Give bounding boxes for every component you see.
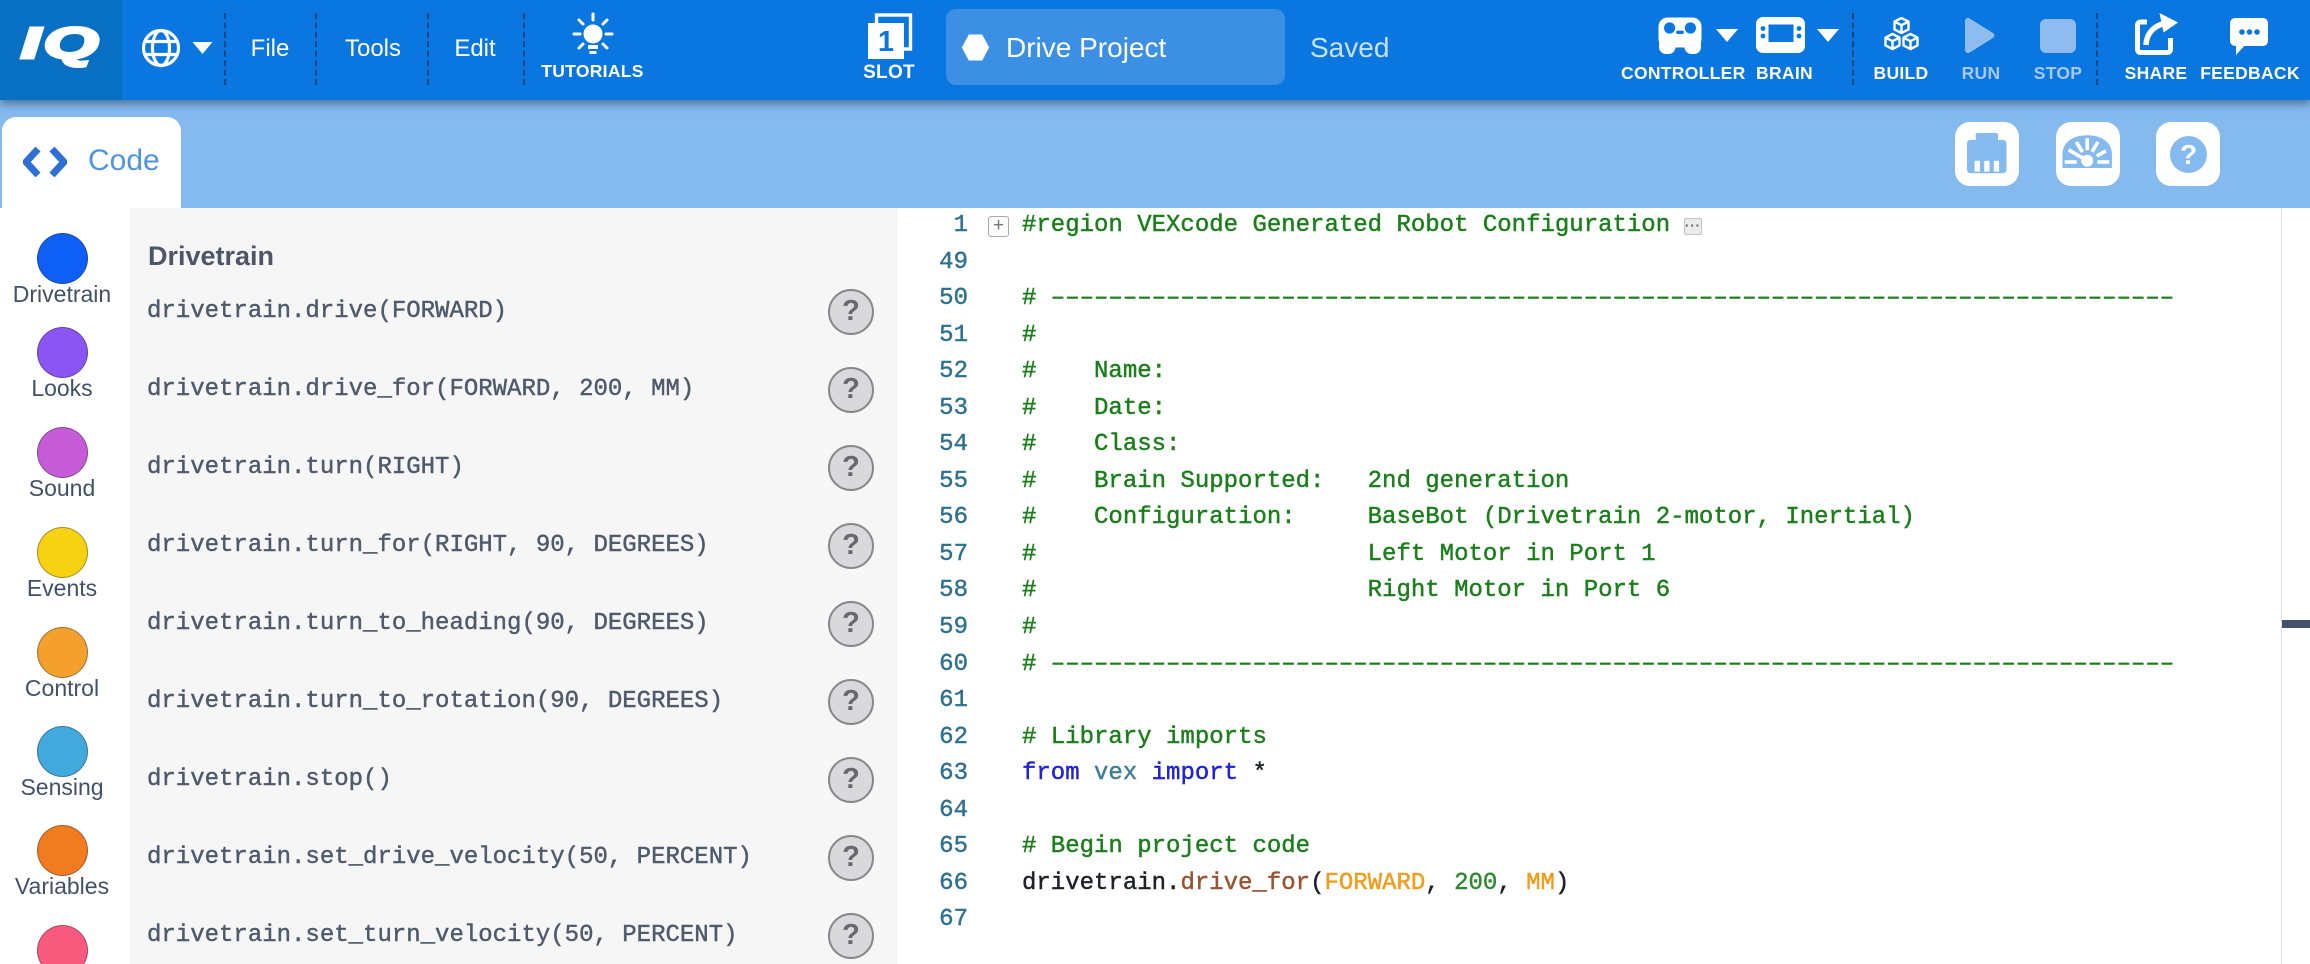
svg-text:1: 1: [878, 26, 894, 58]
